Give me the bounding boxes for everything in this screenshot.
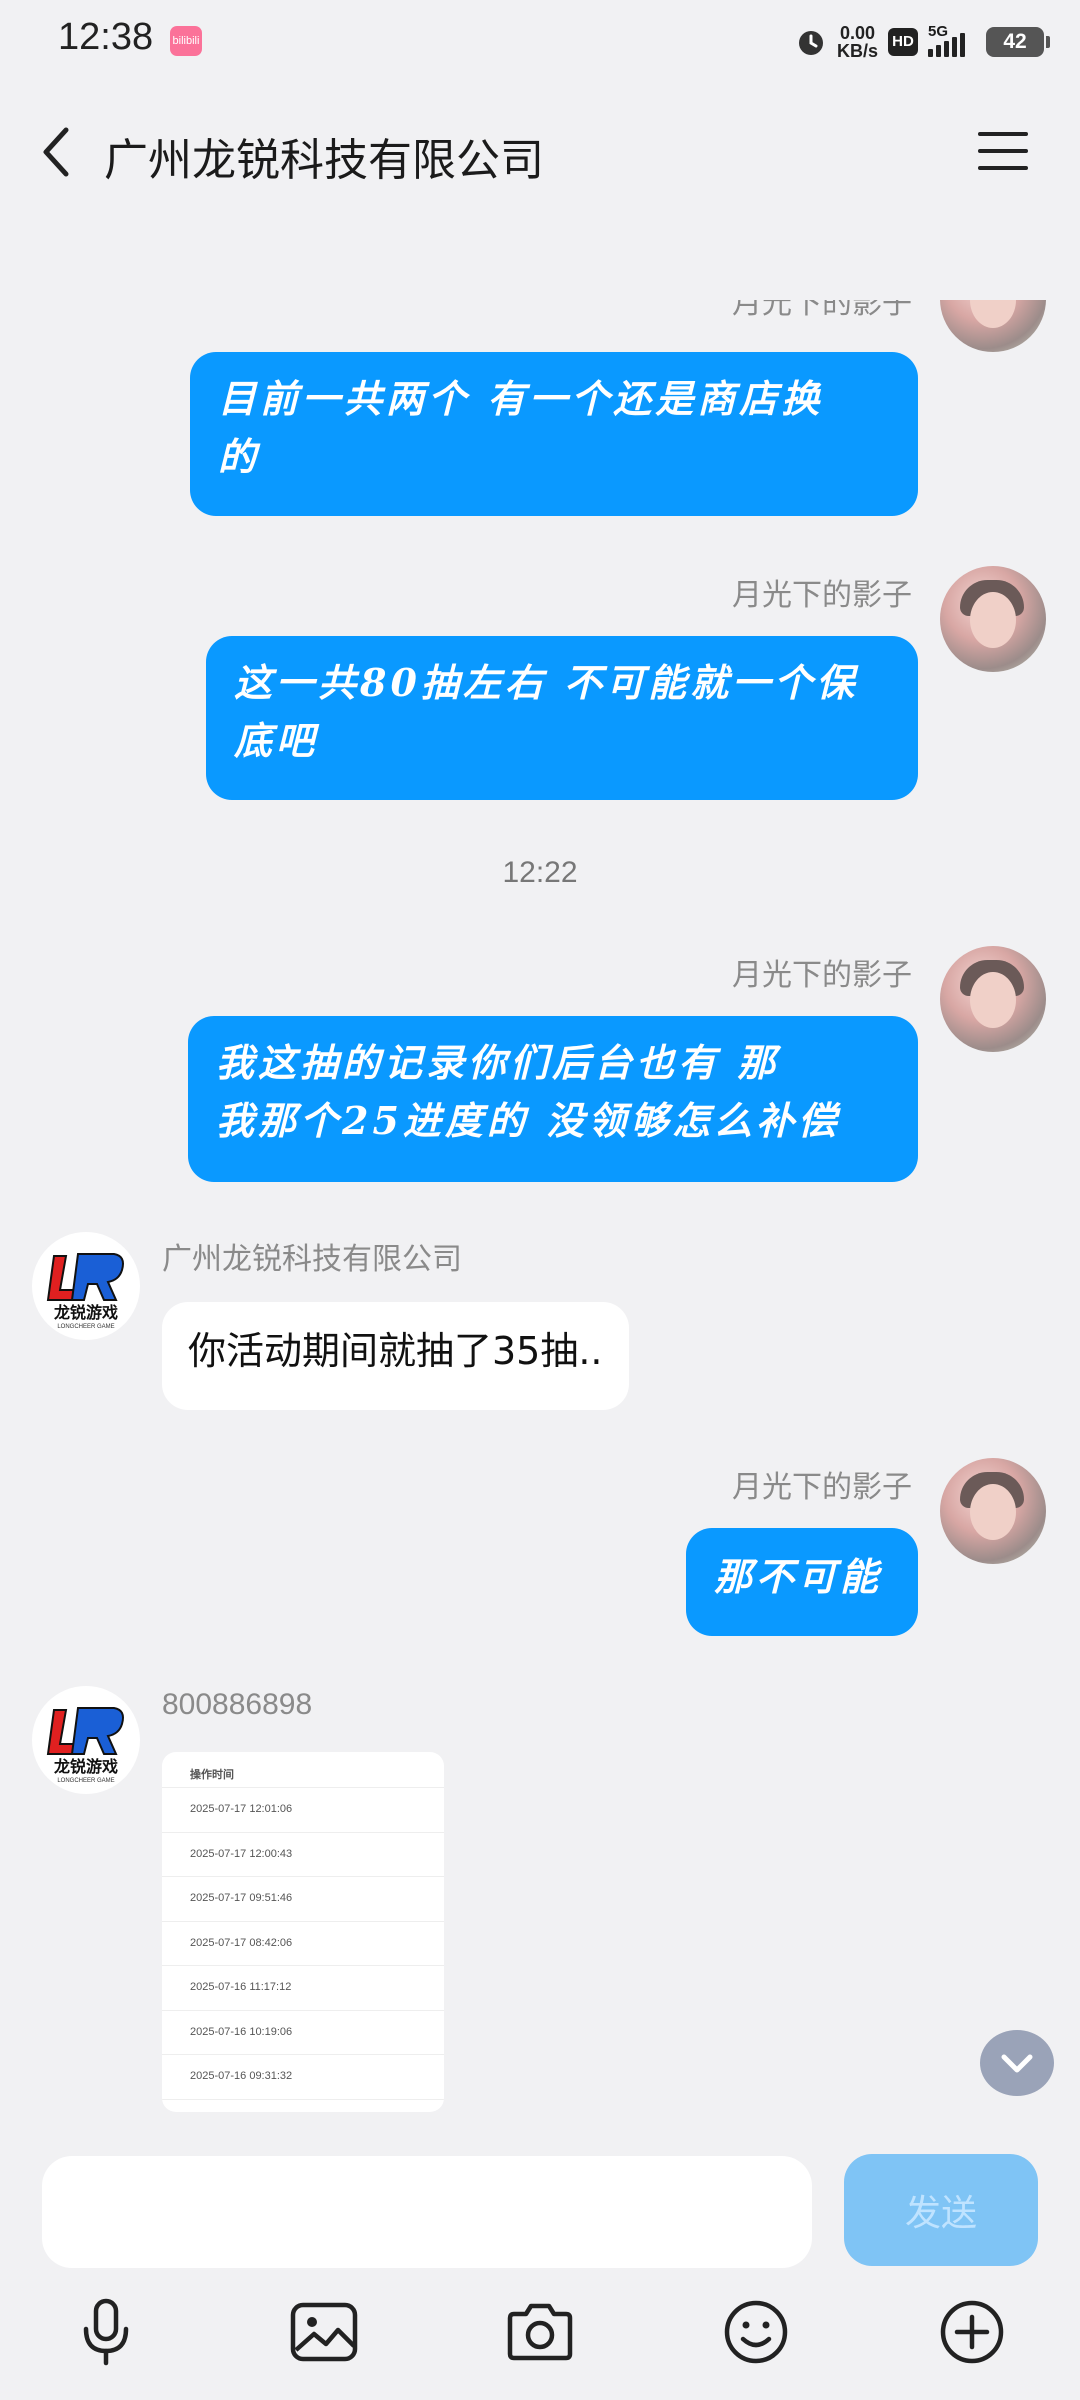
message-text: 我那个25进度的 没领够怎么补偿 xyxy=(216,1098,841,1143)
message-bubble-outgoing[interactable]: 这一共80抽左右 不可能就一个保 底吧 xyxy=(206,636,918,800)
emoji-button[interactable] xyxy=(718,2294,794,2370)
image-table-row: 2025-07-16 09:31:32 xyxy=(162,2055,444,2100)
avatar[interactable] xyxy=(940,946,1046,1052)
signal-bar xyxy=(936,45,941,57)
scroll-to-bottom-button[interactable] xyxy=(980,2030,1054,2096)
message-text: 我这抽的记录你们后台也有 那 xyxy=(216,1040,780,1085)
avatar[interactable] xyxy=(940,1458,1046,1564)
microphone-button[interactable] xyxy=(68,2294,144,2370)
image-table-row: 2025-07-17 12:00:43 xyxy=(162,1833,444,1877)
avatar[interactable] xyxy=(940,300,1046,352)
chat-header: 广州龙锐科技有限公司 xyxy=(0,96,1080,208)
network-speed-unit: KB/s xyxy=(836,41,878,61)
chevron-down-icon xyxy=(1001,2054,1033,2073)
battery-icon: 42 xyxy=(986,27,1050,57)
message-text: 这一共80抽左右 不可能就一个保 xyxy=(234,660,859,705)
signal-icon: 5G xyxy=(928,23,976,57)
company-logo-icon: 龙锐游戏 LONGCHEER GAME xyxy=(46,1707,124,1784)
emoji-icon xyxy=(724,2300,788,2364)
sender-name: 月光下的影子 xyxy=(732,958,912,993)
input-bar: 发送 xyxy=(0,2130,1080,2400)
chat-title: 广州龙锐科技有限公司 xyxy=(104,135,544,186)
image-icon xyxy=(290,2302,358,2362)
company-logo-icon: 龙锐游戏 LONGCHEER GAME xyxy=(46,1253,124,1330)
image-table-row: 2025-07-17 09:51:46 xyxy=(162,1877,444,1922)
chat-timestamp: 12:22 xyxy=(502,856,578,889)
status-time: 12:38 xyxy=(58,16,154,58)
camera-button[interactable] xyxy=(502,2294,578,2370)
message-bubble-outgoing[interactable]: 目前一共两个 有一个还是商店换 的 xyxy=(190,352,918,516)
image-table-header: 操作时间 xyxy=(162,1752,444,1788)
signal-bar xyxy=(960,33,965,57)
signal-bar xyxy=(944,41,949,57)
image-message[interactable]: 操作时间 2025-07-17 12:01:06 2025-07-17 12:0… xyxy=(162,1752,444,2112)
signal-bar xyxy=(952,37,957,57)
network-speed-value: 0.00 xyxy=(839,23,876,43)
signal-bar xyxy=(928,49,933,57)
camera-icon xyxy=(507,2303,573,2361)
sender-name: 月光下的影子 xyxy=(732,300,912,321)
status-icons: 0.00 KB/s HD 5G 42 xyxy=(795,20,1050,64)
status-bar: 12:38 bilibili 0.00 KB/s HD 5G 42 xyxy=(0,0,1080,80)
plus-circle-icon xyxy=(940,2300,1004,2364)
image-table-row: 2025-07-16 11:17:12 xyxy=(162,1966,444,2011)
chevron-left-icon[interactable] xyxy=(36,122,76,182)
microphone-icon xyxy=(83,2298,129,2366)
message-bubble-incoming[interactable]: 你活动期间就抽了35抽.. xyxy=(162,1302,629,1410)
sender-name: 月光下的影子 xyxy=(732,578,912,613)
image-table-row: 2025-07-17 12:01:06 xyxy=(162,1788,444,1833)
network-speed: 0.00 KB/s xyxy=(837,24,878,60)
image-table-row: 2025-07-17 08:42:06 xyxy=(162,1922,444,1966)
message-input[interactable] xyxy=(42,2156,812,2268)
alarm-icon xyxy=(798,31,823,55)
bilibili-app-icon: bilibili xyxy=(170,26,202,56)
message-bubble-outgoing[interactable]: 我这抽的记录你们后台也有 那 我那个25进度的 没领够怎么补偿 xyxy=(188,1016,918,1182)
image-table-row: 2025-07-16 10:19:06 xyxy=(162,2011,444,2055)
company-avatar[interactable]: 龙锐游戏 LONGCHEER GAME xyxy=(32,1232,140,1340)
more-button[interactable] xyxy=(934,2294,1010,2370)
logo-subtext: LONGCHEER GAME xyxy=(57,1324,114,1330)
logo-text: 龙锐游戏 xyxy=(53,1757,118,1776)
company-avatar[interactable]: 龙锐游戏 LONGCHEER GAME xyxy=(32,1686,140,1794)
message-text: 底吧 xyxy=(234,718,319,763)
chat-message-list[interactable]: 月光下的影子 目前一共两个 有一个还是商店换 的 月光下的影子 这一共80抽左右… xyxy=(0,300,1080,2130)
message-bubble-outgoing[interactable]: 那不可能 xyxy=(686,1528,918,1636)
avatar[interactable] xyxy=(940,566,1046,672)
hd-icon: HD xyxy=(888,28,918,56)
message-text: 目前一共两个 有一个还是商店换 xyxy=(218,376,824,421)
logo-subtext: LONGCHEER GAME xyxy=(57,1778,114,1784)
sender-name: 广州龙锐科技有限公司 xyxy=(162,1242,462,1277)
network-type: 5G xyxy=(928,23,949,40)
sender-name: 800886898 xyxy=(162,1688,313,1721)
logo-text: 龙锐游戏 xyxy=(53,1303,118,1322)
message-text: 的 xyxy=(218,434,261,479)
image-button[interactable] xyxy=(286,2294,362,2370)
hamburger-menu-icon[interactable] xyxy=(978,130,1028,172)
send-button[interactable]: 发送 xyxy=(844,2154,1038,2266)
sender-name: 月光下的影子 xyxy=(732,1470,912,1505)
